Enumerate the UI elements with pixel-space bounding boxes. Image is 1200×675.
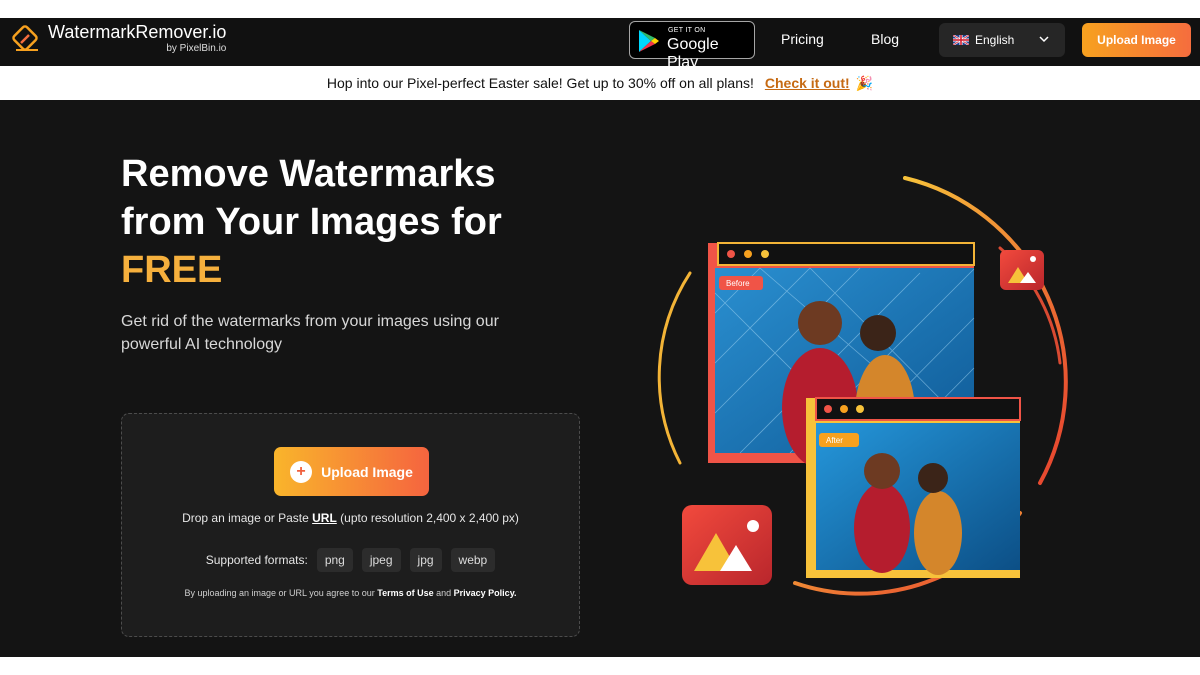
logo[interactable]: WatermarkRemover.io by PixelBin.io — [12, 22, 226, 54]
language-selector[interactable]: English — [939, 23, 1065, 57]
decorative-ring-inner — [657, 271, 692, 465]
uk-flag-icon — [953, 35, 969, 45]
privacy-policy-link[interactable]: Privacy Policy. — [454, 588, 517, 598]
after-label: After — [826, 436, 843, 445]
eraser-logo-icon — [12, 25, 38, 51]
google-play-badge[interactable]: GET IT ON Google Play — [629, 21, 755, 71]
nav-blog[interactable]: Blog — [871, 31, 899, 47]
hero-title-line2: from Your Images for — [121, 201, 502, 243]
party-popper-icon: 🎉 — [855, 74, 874, 91]
logo-subtitle: by PixelBin.io — [166, 43, 227, 54]
paste-url-link[interactable]: URL — [312, 511, 337, 525]
promo-text: Hop into our Pixel-perfect Easter sale! … — [326, 75, 754, 91]
format-chip-jpg: jpg — [409, 548, 442, 572]
drop-prefix: Drop an image or Paste — [182, 511, 313, 525]
format-chip-png: png — [316, 548, 353, 572]
hero-subtitle: Get rid of the watermarks from your imag… — [121, 313, 499, 353]
drop-instructions: Drop an image or Paste URL (upto resolut… — [122, 511, 579, 525]
google-play-small-text: GET IT ON — [668, 27, 706, 34]
chevron-down-icon — [1039, 36, 1049, 43]
format-chip-jpeg: jpeg — [361, 548, 401, 572]
terms-and: and — [433, 588, 454, 598]
page-frame: WatermarkRemover.io by PixelBin.io GET I… — [0, 18, 1200, 657]
logo-title: WatermarkRemover.io — [48, 22, 227, 42]
image-tile-large — [682, 505, 772, 585]
supported-formats: Supported formats: png jpeg jpg webp — [122, 548, 579, 572]
terms-of-use-link[interactable]: Terms of Use — [377, 588, 433, 598]
hero-title: Remove Watermarks from Your Images for F… — [121, 150, 581, 294]
upload-image-button[interactable]: + Upload Image — [274, 447, 429, 496]
format-chip-webp: webp — [450, 548, 496, 572]
after-window: After — [806, 397, 1021, 578]
upload-dropzone[interactable]: + Upload Image Drop an image or Paste UR… — [121, 413, 580, 637]
terms-prefix: By uploading an image or URL you agree t… — [184, 588, 378, 598]
top-navbar: WatermarkRemover.io by PixelBin.io GET I… — [0, 18, 1200, 71]
image-tile-small — [1000, 250, 1044, 290]
language-label: English — [975, 33, 1015, 47]
promo-banner: Hop into our Pixel-perfect Easter sale! … — [0, 66, 1200, 100]
hero-title-line1: Remove Watermarks — [121, 153, 496, 195]
plus-icon: + — [290, 460, 313, 483]
promo-link[interactable]: Check it out! — [765, 75, 850, 91]
before-after-illustration: Before After — [657, 176, 1068, 596]
before-label: Before — [726, 279, 750, 288]
google-play-icon — [639, 30, 659, 52]
header-upload-button[interactable]: Upload Image — [1082, 23, 1191, 57]
hero-title-highlight: FREE — [121, 249, 223, 291]
formats-label: Supported formats: — [205, 553, 308, 567]
upload-button-label: Upload Image — [321, 463, 413, 480]
terms-notice: By uploading an image or URL you agree t… — [122, 588, 579, 598]
nav-pricing[interactable]: Pricing — [781, 31, 824, 47]
drop-suffix: (upto resolution 2,400 x 2,400 px) — [336, 511, 519, 525]
